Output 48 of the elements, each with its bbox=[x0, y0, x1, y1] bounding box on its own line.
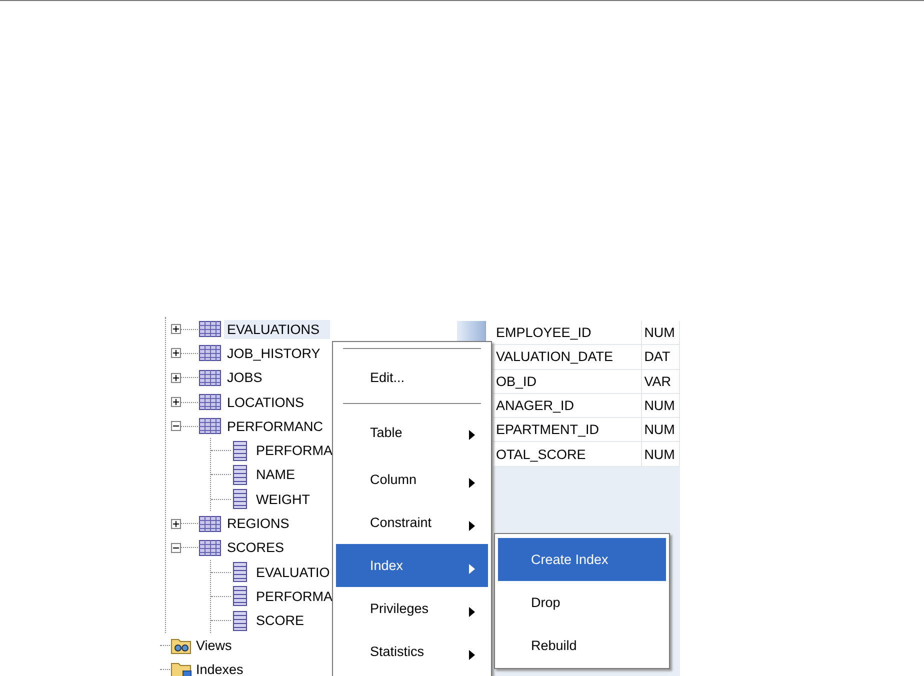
column-icon bbox=[233, 562, 247, 582]
tree-item[interactable]: PERFORMANC bbox=[224, 416, 326, 436]
menu-item[interactable]: Rebuild bbox=[498, 624, 666, 667]
tree-item[interactable]: EVALUATIONS bbox=[224, 320, 330, 339]
tree-item[interactable]: WEIGHT bbox=[253, 490, 313, 509]
tree-item[interactable]: JOBS bbox=[224, 368, 266, 388]
table-icon bbox=[199, 321, 221, 338]
folder-glasses-icon bbox=[171, 636, 192, 654]
menu-item[interactable]: Create Index bbox=[498, 538, 666, 581]
table-icon bbox=[199, 540, 221, 556]
menu-item[interactable]: Index bbox=[336, 544, 488, 587]
table-icon bbox=[199, 394, 221, 410]
folder-icon bbox=[171, 660, 192, 676]
tree-item[interactable]: Views bbox=[193, 636, 235, 654]
table-icon bbox=[199, 418, 221, 434]
tree-item[interactable]: PERFORMA bbox=[253, 441, 336, 460]
expand-icon[interactable] bbox=[171, 518, 181, 529]
collapse-icon[interactable] bbox=[171, 542, 181, 553]
collapse-icon[interactable] bbox=[171, 421, 181, 432]
column-icon bbox=[233, 586, 247, 606]
menu-item[interactable]: Statistics bbox=[336, 630, 488, 673]
tree-item[interactable]: JOB_HISTORY bbox=[224, 344, 324, 363]
table-icon bbox=[199, 516, 221, 532]
column-icon bbox=[233, 610, 247, 631]
tree-item[interactable]: NAME bbox=[253, 465, 298, 484]
menu-item[interactable]: Table bbox=[336, 406, 488, 458]
tree-item[interactable]: REGIONS bbox=[224, 514, 292, 534]
column-icon bbox=[233, 464, 247, 485]
expand-icon[interactable] bbox=[171, 397, 181, 408]
menu-item[interactable]: Drop bbox=[498, 581, 666, 624]
table-cell: NUM bbox=[642, 442, 680, 467]
expand-icon[interactable] bbox=[171, 372, 181, 383]
tree-item[interactable]: SCORES bbox=[224, 538, 288, 558]
tree-item[interactable]: LOCATIONS bbox=[224, 392, 308, 412]
column-icon bbox=[233, 489, 247, 510]
menu-item[interactable]: Privileges bbox=[336, 587, 488, 630]
tree-item[interactable]: EVALUATIO bbox=[253, 562, 333, 582]
table-icon bbox=[199, 345, 221, 362]
tree-item[interactable]: PERFORMA bbox=[253, 586, 336, 606]
tree-item[interactable]: Indexes bbox=[193, 660, 246, 676]
column-icon bbox=[233, 440, 247, 461]
table-icon bbox=[199, 370, 221, 386]
menu-item[interactable]: Edit... bbox=[336, 351, 488, 403]
menu-item[interactable]: Constraint bbox=[336, 501, 488, 544]
expand-icon[interactable] bbox=[171, 348, 181, 358]
tree-item[interactable]: SCORE bbox=[253, 611, 308, 630]
expand-icon[interactable] bbox=[171, 324, 181, 334]
menu-item[interactable]: Column bbox=[336, 458, 488, 501]
